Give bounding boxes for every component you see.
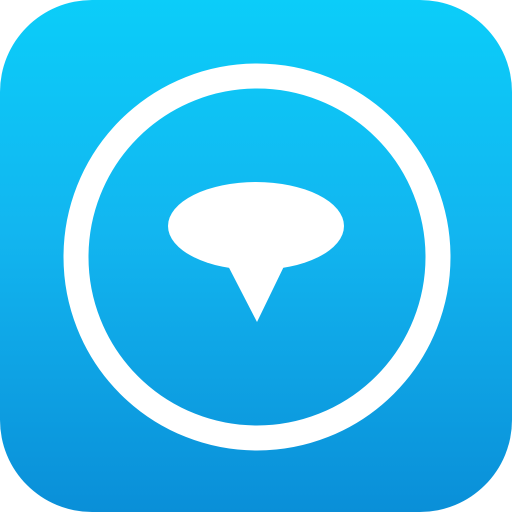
- location-pin-icon: [168, 182, 344, 322]
- app-icon[interactable]: [0, 0, 512, 512]
- location-pin-emblem: [63, 63, 451, 451]
- pin-tip: [224, 258, 288, 322]
- pin-head: [168, 182, 344, 270]
